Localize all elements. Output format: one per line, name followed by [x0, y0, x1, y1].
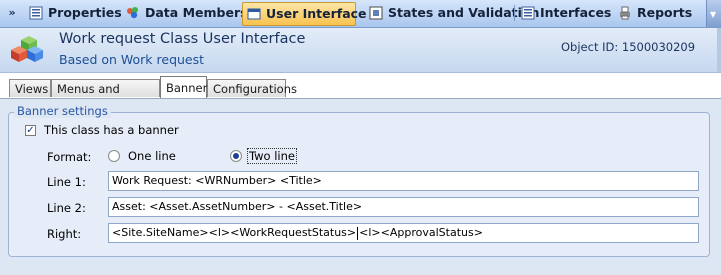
toolbar-tab-interfaces[interactable]: Interfaces [521, 2, 611, 24]
tab-label: Data Members [145, 5, 248, 20]
user-interface-icon [247, 8, 261, 20]
tab-label: Reports [637, 5, 693, 20]
reports-icon [620, 6, 630, 20]
right-label: Right: [47, 227, 82, 241]
format-two-line-label[interactable]: Two line [247, 148, 297, 164]
toolbar-tab-properties[interactable]: Properties [29, 2, 122, 24]
toolbar-chevron-icon[interactable]: » [5, 6, 19, 20]
format-label: Format: [47, 150, 92, 164]
has-banner-checkbox[interactable]: ✓ [25, 125, 36, 136]
tab-views[interactable]: Views [9, 79, 51, 97]
banner-settings-legend: Banner settings [14, 104, 111, 118]
right-input-text-before-caret: <Site.SiteName><l><WorkRequestStatus> [112, 226, 357, 239]
toolbar-tab-user-interface[interactable]: User Interface [242, 2, 367, 26]
tab-label: Properties [48, 5, 122, 20]
line2-input[interactable]: Asset: <Asset.AssetNumber> - <Asset.Titl… [108, 197, 699, 217]
line1-input[interactable]: Work Request: <WRNumber> <Title> [108, 171, 699, 191]
properties-icon [29, 6, 43, 20]
tab-configurations[interactable]: Configurations [207, 79, 297, 97]
toolbar-tab-states-validation[interactable]: States and Validation [369, 2, 539, 24]
page-subtitle: Based on Work request [59, 52, 205, 67]
tab-label: User Interface [266, 6, 367, 21]
object-id: Object ID: 1500030209 [561, 40, 696, 54]
format-one-line-label[interactable]: One line [128, 149, 176, 163]
tab-label: Interfaces [540, 5, 612, 20]
line2-label: Line 2: [47, 201, 86, 215]
tab-label: States and Validation [388, 5, 540, 20]
format-one-line-radio[interactable] [108, 150, 120, 162]
format-two-line-radio[interactable] [230, 150, 242, 162]
data-members-icon [127, 7, 138, 19]
toolbar-tab-data-members[interactable]: Data Members [126, 2, 248, 24]
right-input-text-after-caret: <l><ApprovalStatus> [359, 226, 483, 239]
right-input[interactable]: <Site.SiteName><l><WorkRequestStatus> <l>… [108, 223, 699, 243]
class-cubes-icon [11, 36, 43, 62]
toolbar-overflow-button[interactable]: ▼ [706, 0, 721, 27]
has-banner-label: This class has a banner [44, 123, 179, 137]
toolbar-tab-reports[interactable]: Reports [618, 2, 698, 24]
toolbar-divider [514, 5, 515, 21]
text-caret [357, 226, 359, 240]
top-toolbar: » Properties Data Members User Interface… [0, 0, 721, 28]
banner-panel: Banner settings ✓ This class has a banne… [0, 98, 721, 275]
radio-selected-dot [233, 153, 239, 159]
class-header: Work request Class User Interface Based … [0, 28, 721, 73]
line1-label: Line 1: [47, 175, 86, 189]
states-validation-icon [369, 6, 383, 20]
interfaces-icon [521, 6, 535, 20]
tab-menus-and-toolbars[interactable]: Menus and Toolbars [51, 79, 160, 114]
ui-tabs: Views Menus and Toolbars Banner Configur… [0, 73, 721, 114]
tab-banner[interactable]: Banner [160, 76, 207, 98]
dropdown-arrow-icon: ▼ [710, 10, 717, 19]
header-edge [717, 28, 721, 72]
page-title: Work request Class User Interface [59, 31, 306, 47]
